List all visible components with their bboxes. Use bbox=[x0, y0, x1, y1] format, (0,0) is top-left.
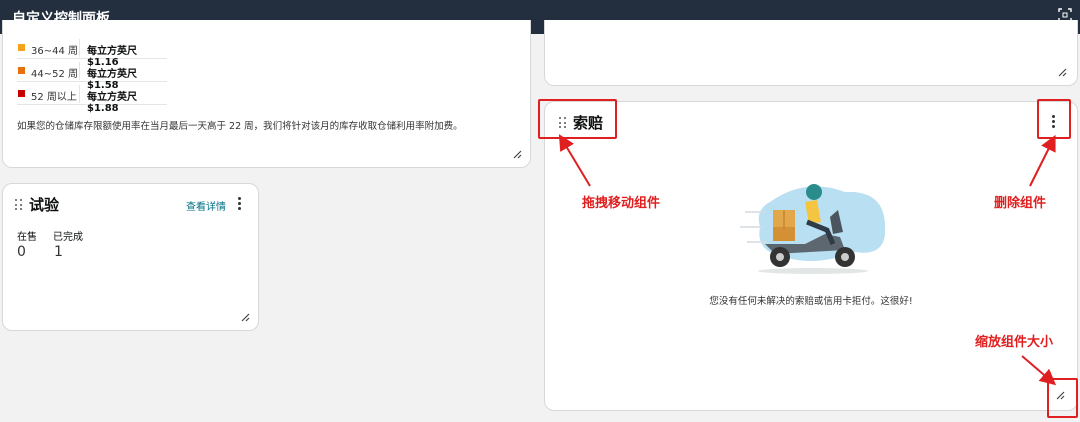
annotation-drag-text: 拖拽移动组件 bbox=[582, 196, 661, 211]
annotation-arrows bbox=[558, 134, 1057, 386]
annotation-delete-text: 删除组件 bbox=[994, 196, 1047, 211]
annotation-resize-text: 缩放组件大小 bbox=[975, 335, 1054, 350]
